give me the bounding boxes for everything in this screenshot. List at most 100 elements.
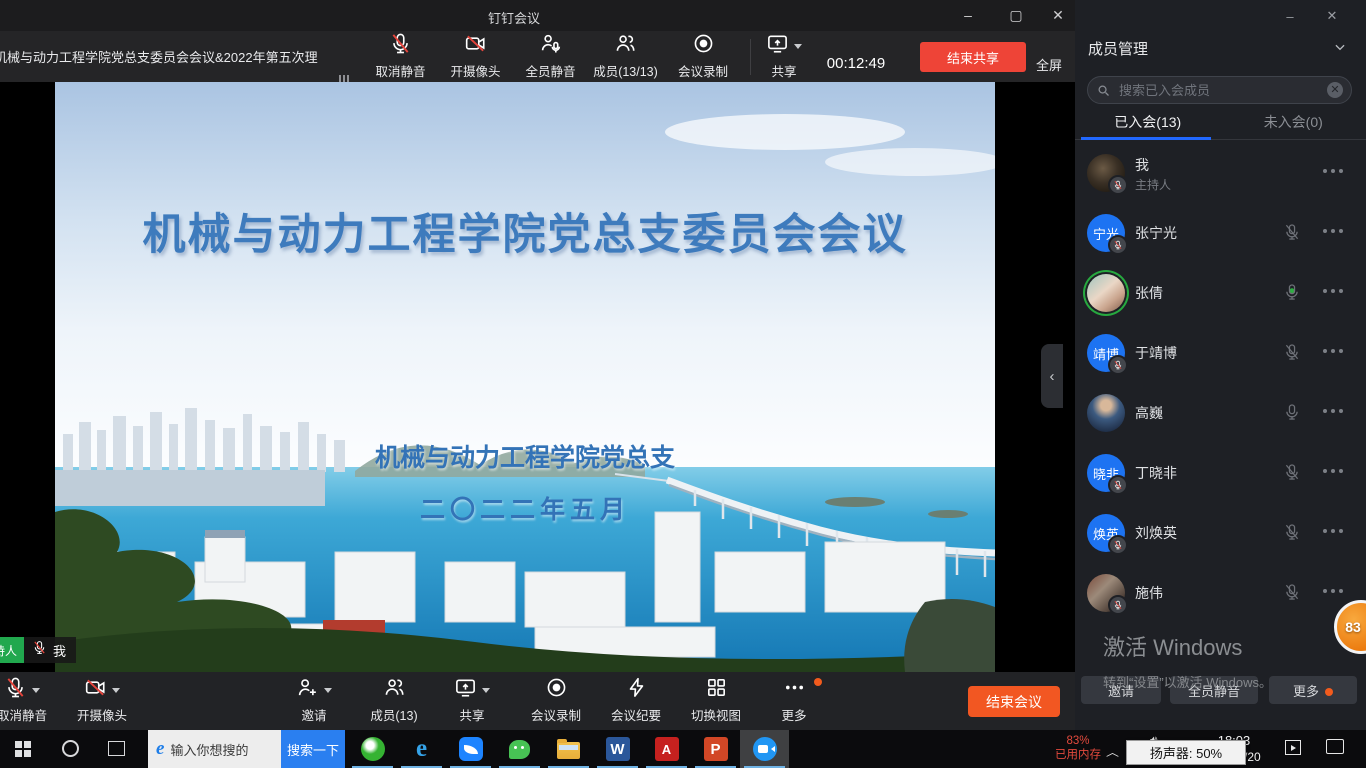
taskbar-search[interactable]: e 输入你想搜的 搜索一下: [148, 730, 345, 768]
taskbar-apps: e WAP: [348, 730, 789, 768]
toolbar-button[interactable]: 邀请: [278, 676, 350, 726]
member-name: 施伟: [1135, 585, 1163, 601]
member-search-input[interactable]: [1117, 81, 1327, 99]
toolbar-button[interactable]: 取消静音: [0, 676, 60, 726]
panel-button-0[interactable]: 邀请: [1081, 676, 1161, 704]
share-button[interactable]: 共享: [752, 32, 816, 82]
member-row[interactable]: 焕英 刘焕英: [1075, 503, 1366, 563]
mic-muted-gray-icon[interactable]: [1283, 221, 1305, 245]
member-name: 于靖博: [1135, 345, 1177, 361]
member-menu-button[interactable]: [1323, 169, 1343, 173]
start-button[interactable]: [0, 730, 46, 768]
toolbar-button-label: 共享: [459, 709, 485, 723]
members-icon: [383, 676, 406, 704]
member-row[interactable]: 我主持人: [1075, 143, 1366, 203]
member-row[interactable]: 施伟: [1075, 563, 1366, 623]
minutes-icon: [625, 676, 648, 704]
chevron-down-icon[interactable]: [1333, 40, 1347, 59]
toolbar-button[interactable]: 开摄像头: [60, 676, 144, 726]
dingtalk-icon: [458, 737, 483, 761]
taskbar-app[interactable]: [740, 730, 789, 768]
fullscreen-button[interactable]: 全屏: [1036, 55, 1062, 74]
shared-screen-stage: 机械与动力工程学院党总支委员会会议 机械与动力工程学院党总支 二〇二二年五月 主…: [0, 82, 1075, 672]
cortana-icon[interactable]: [62, 740, 79, 757]
avatar: 宁光: [1087, 214, 1128, 255]
slide-subtitle: 机械与动力工程学院党总支: [374, 444, 675, 472]
member-menu-button[interactable]: [1323, 289, 1343, 293]
mic-muted-gray-icon[interactable]: [1283, 521, 1305, 545]
toolbar-button[interactable]: 成员(13/13): [588, 32, 663, 82]
member-name: 张倩: [1135, 285, 1163, 301]
mic-active-icon[interactable]: [1283, 281, 1305, 305]
toolbar-button[interactable]: 切换视图: [674, 676, 758, 726]
toolbar-button[interactable]: 会议录制: [514, 676, 598, 726]
member-row[interactable]: 高巍: [1075, 383, 1366, 443]
member-name: 丁晓非: [1135, 465, 1177, 481]
toolbar-button-label: 更多: [781, 709, 807, 723]
member-name: 张宁光: [1135, 225, 1177, 241]
meeting-titlebar: 钉钉会议 – ▢ ✕: [0, 0, 1075, 31]
avatar: 晓非: [1087, 454, 1128, 495]
toolbar-button-label: 会议纪要: [610, 709, 661, 723]
toolbar-button[interactable]: 会议录制: [663, 32, 743, 82]
maximize-button[interactable]: ▢: [996, 0, 1036, 30]
taskbar-search-button[interactable]: 搜索一下: [281, 730, 345, 768]
member-name: 刘焕英: [1135, 525, 1177, 541]
member-row[interactable]: 张倩: [1075, 263, 1366, 323]
toolbar-button[interactable]: 会议纪要: [594, 676, 678, 726]
mic-muted-gray-icon[interactable]: [1283, 461, 1305, 485]
toolbar-button[interactable]: 全员静音: [513, 32, 588, 82]
member-menu-button[interactable]: [1323, 409, 1343, 413]
taskbar-app[interactable]: P: [691, 730, 740, 768]
toolbar-button[interactable]: 更多: [752, 676, 836, 726]
taskbar-app[interactable]: [446, 730, 495, 768]
mic-muted-badge-icon: [1108, 535, 1128, 555]
panel-button-2[interactable]: 更多: [1269, 676, 1357, 704]
taskbar-app[interactable]: [495, 730, 544, 768]
mic-icon[interactable]: [1283, 401, 1305, 425]
taskbar-app[interactable]: A: [642, 730, 691, 768]
end-share-button[interactable]: 结束共享: [920, 42, 1026, 72]
mic-muted-icon: [389, 32, 412, 60]
member-name: 我: [1135, 157, 1149, 173]
toolbar-button[interactable]: 成员(13): [352, 676, 436, 726]
member-row[interactable]: 宁光 张宁光: [1075, 203, 1366, 263]
tray-chevron-icon[interactable]: ︿: [1106, 744, 1119, 759]
panel-button-1[interactable]: 全员静音: [1170, 676, 1258, 704]
tray-window-icon[interactable]: [1285, 740, 1301, 755]
panel-minimize-button[interactable]: –: [1273, 4, 1307, 28]
member-menu-button[interactable]: [1323, 349, 1343, 353]
toolbar-button-label: 成员(13): [370, 709, 418, 723]
member-row[interactable]: 靖博 于靖博: [1075, 323, 1366, 383]
end-meeting-button[interactable]: 结束会议: [968, 686, 1060, 717]
action-center-icon[interactable]: [1326, 739, 1344, 754]
taskbar-app[interactable]: W: [593, 730, 642, 768]
mic-muted-gray-icon[interactable]: [1283, 341, 1305, 365]
member-menu-button[interactable]: [1323, 469, 1343, 473]
tab-joined[interactable]: 已入会(13): [1075, 110, 1221, 140]
mute-all-icon: [539, 32, 562, 60]
collapse-sidebar-button[interactable]: ‹: [1041, 344, 1063, 408]
camera-off-icon: [84, 676, 107, 704]
record-icon: [545, 676, 568, 704]
minimize-button[interactable]: –: [948, 0, 988, 30]
panel-close-button[interactable]: ✕: [1315, 4, 1349, 28]
close-button[interactable]: ✕: [1038, 0, 1078, 30]
member-search[interactable]: ✕: [1087, 76, 1352, 104]
member-row[interactable]: 晓非 丁晓非: [1075, 443, 1366, 503]
toolbar-button[interactable]: 取消静音: [363, 32, 438, 82]
mic-muted-gray-icon[interactable]: [1283, 581, 1305, 605]
member-menu-button[interactable]: [1323, 589, 1343, 593]
taskbar-app[interactable]: e: [397, 730, 446, 768]
member-menu-button[interactable]: [1323, 229, 1343, 233]
taskbar-app[interactable]: [544, 730, 593, 768]
app-title: 钉钉会议: [488, 11, 541, 26]
task-view-icon[interactable]: [108, 741, 125, 756]
member-menu-button[interactable]: [1323, 529, 1343, 533]
clear-search-icon[interactable]: ✕: [1327, 82, 1343, 98]
toolbar-button[interactable]: 共享: [438, 676, 506, 726]
taskbar-app[interactable]: [348, 730, 397, 768]
powerpoint-icon: P: [703, 737, 728, 761]
tab-not-joined[interactable]: 未入会(0): [1221, 110, 1366, 139]
toolbar-button[interactable]: 开摄像头: [438, 32, 513, 82]
